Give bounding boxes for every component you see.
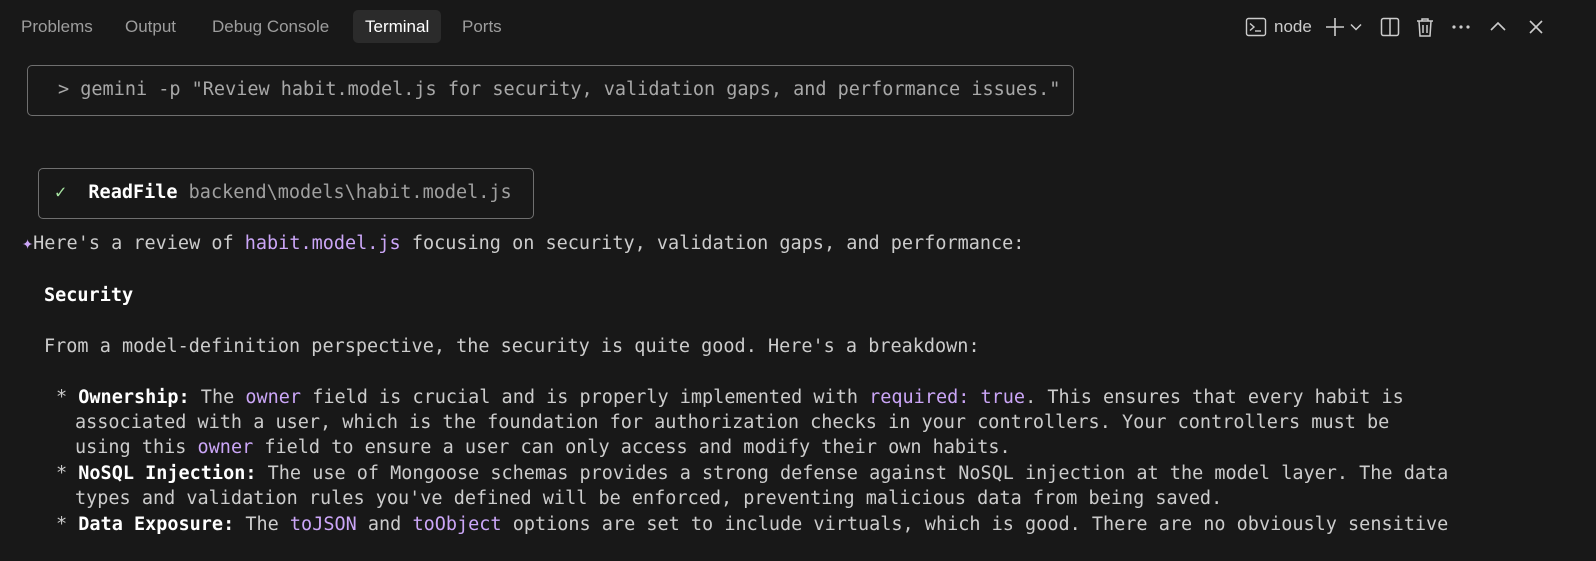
- tab-ports[interactable]: Ports: [450, 10, 514, 43]
- terminal-icon: [1244, 15, 1268, 39]
- tab-output[interactable]: Output: [113, 10, 188, 43]
- bullet-label: Ownership:: [78, 387, 190, 408]
- check-icon: ✓: [55, 182, 67, 203]
- code-tojson: toJSON: [289, 514, 357, 535]
- tab-terminal[interactable]: Terminal: [353, 10, 442, 43]
- bullet-ownership-line3: using this owner field to ensure a user …: [75, 435, 1011, 460]
- bullet-text: The: [234, 514, 290, 535]
- command-text: gemini -p "Review habit.model.js for sec…: [80, 79, 1061, 100]
- bullet-marker: *: [56, 463, 68, 484]
- kill-terminal-button[interactable]: [1413, 12, 1437, 42]
- close-icon: [1527, 18, 1545, 36]
- code-owner: owner: [197, 437, 254, 458]
- more-actions-button[interactable]: [1449, 12, 1473, 42]
- bullet-text: The use of Mongoose schemas provides a s…: [256, 463, 1449, 484]
- bullet-label: Data Exposure:: [78, 514, 235, 535]
- bullet-marker: *: [56, 387, 68, 408]
- maximize-panel-button[interactable]: [1486, 12, 1510, 42]
- split-terminal-button[interactable]: [1378, 12, 1402, 42]
- intro-text: Here's a review of: [33, 233, 245, 254]
- code-required: required: true: [869, 387, 1026, 408]
- bullet-text: using this: [75, 437, 198, 458]
- bullet-ownership: * Ownership: The owner field is crucial …: [56, 385, 1404, 410]
- section-heading: Security: [44, 285, 134, 306]
- bullet-text: field to ensure a user can only access a…: [253, 437, 1011, 458]
- file-reference: habit.model.js: [244, 233, 401, 254]
- panel-tab-bar: Problems Output Debug Console Terminal P…: [0, 0, 1596, 52]
- bullet-marker: *: [56, 514, 68, 535]
- prompt-marker: >: [58, 79, 70, 100]
- bullet-text: options are set to include virtuals, whi…: [501, 514, 1449, 535]
- bullet-text: field is crucial and is properly impleme…: [301, 387, 870, 408]
- bullet-label: NoSQL Injection:: [78, 463, 257, 484]
- section-paragraph: From a model-definition perspective, the…: [44, 336, 980, 357]
- bullet-text: The: [189, 387, 246, 408]
- code-owner: owner: [245, 387, 302, 408]
- response-intro: ✦Here's a review of habit.model.js focus…: [22, 231, 1024, 256]
- tool-argument: backend\models\habit.model.js: [188, 182, 512, 203]
- bullet-text: and: [356, 514, 413, 535]
- tool-name: ReadFile: [88, 182, 178, 203]
- bullet-ownership-line2: associated with a user, which is the fou…: [75, 412, 1390, 433]
- tab-debug-console[interactable]: Debug Console: [200, 10, 341, 43]
- terminal-output[interactable]: > gemini -p "Review habit.model.js for s…: [0, 52, 1596, 561]
- split-icon: [1379, 16, 1401, 38]
- command-prompt-box[interactable]: > gemini -p "Review habit.model.js for s…: [27, 65, 1074, 116]
- tab-problems[interactable]: Problems: [9, 10, 105, 43]
- trash-icon: [1414, 16, 1436, 38]
- shell-name: node: [1274, 17, 1312, 36]
- chevron-up-icon: [1488, 17, 1508, 37]
- terminal-panel: Problems Output Debug Console Terminal P…: [0, 0, 1596, 561]
- chevron-down-icon: [1349, 20, 1363, 34]
- launch-profile-button[interactable]: [1348, 12, 1364, 42]
- bullet-nosql-line2: types and validation rules you've define…: [75, 488, 1223, 509]
- close-panel-button[interactable]: [1524, 12, 1548, 42]
- tool-call-box: ✓ ReadFile backend\models\habit.model.js: [38, 168, 534, 219]
- shell-selector[interactable]: node: [1244, 12, 1316, 42]
- bullet-text: . This ensures that every habit is: [1025, 387, 1404, 408]
- sparkle-icon: ✦: [22, 233, 34, 254]
- ellipsis-icon: [1450, 16, 1472, 38]
- plus-icon: [1324, 16, 1346, 38]
- intro-text-tail: focusing on security, validation gaps, a…: [400, 233, 1025, 254]
- bullet-nosql: * NoSQL Injection: The use of Mongoose s…: [56, 461, 1448, 486]
- code-toobject: toObject: [412, 514, 502, 535]
- bullet-data-exposure: * Data Exposure: The toJSON and toObject…: [56, 512, 1448, 537]
- new-terminal-button[interactable]: [1323, 12, 1347, 42]
